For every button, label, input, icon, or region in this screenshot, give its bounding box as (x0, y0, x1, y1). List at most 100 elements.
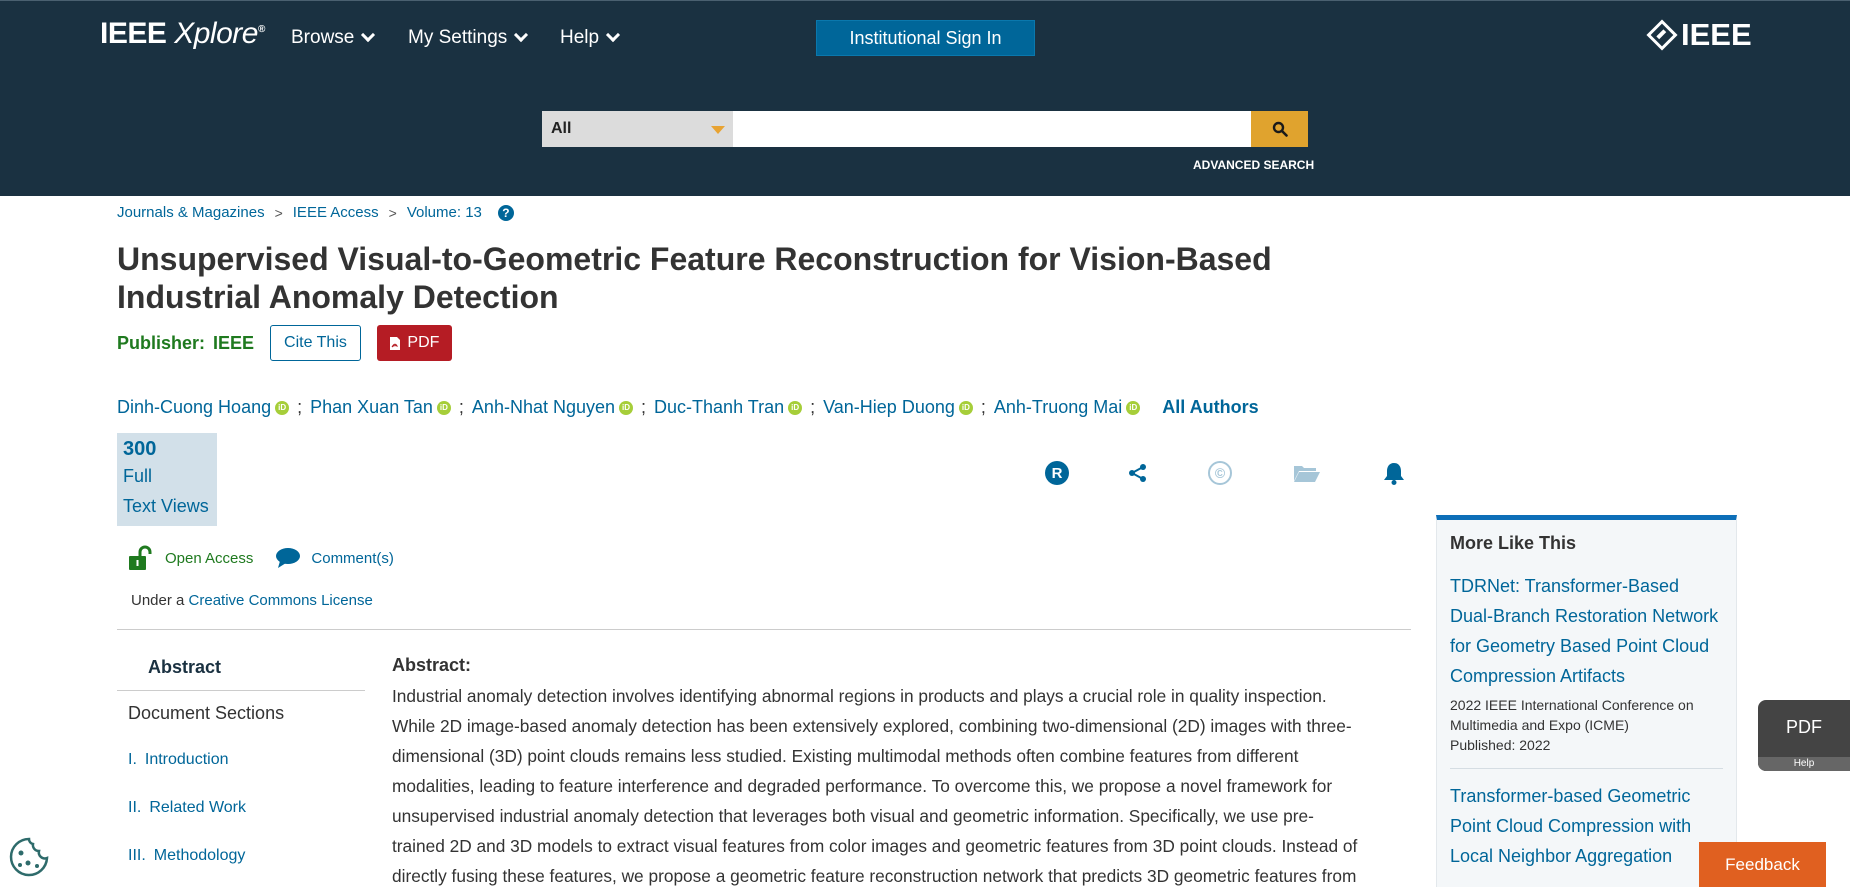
abstract-line: modalities, leading to feature interfere… (392, 776, 1333, 796)
tab-divider (117, 690, 365, 691)
tab-abstract[interactable]: Abstract (148, 657, 221, 678)
related-divider (1450, 768, 1723, 769)
ieee-logo-text: IEEE (1681, 17, 1752, 52)
pdf-button[interactable]: PDF (376, 325, 452, 361)
author-link[interactable]: Dinh-Cuong Hoang iD (117, 397, 290, 418)
copyright-button[interactable]: © (1203, 456, 1237, 490)
author-link[interactable]: Van-Hiep Duong iD (823, 397, 973, 418)
pdf-button-label: PDF (407, 334, 440, 351)
share-button[interactable] (1121, 456, 1155, 490)
floating-help-label[interactable]: Help (1758, 757, 1850, 771)
folder-icon (1294, 466, 1320, 482)
author-separator: ; (810, 397, 816, 417)
orcid-icon[interactable]: iD (958, 400, 973, 415)
abstract-line: Industrial anomaly detection involves id… (392, 686, 1327, 706)
all-authors-link[interactable]: All Authors (1162, 397, 1258, 418)
author-name: Dinh-Cuong Hoang (117, 397, 272, 417)
share-icon (1129, 464, 1146, 482)
comment-icon (276, 548, 301, 568)
related-article-link[interactable]: TDRNet: Transformer-Based Dual-Branch Re… (1450, 571, 1723, 691)
views-count: 300 (123, 438, 157, 460)
nav-help-label: Help (560, 27, 600, 48)
save-to-folder-button[interactable] (1290, 456, 1324, 490)
article-title: Unsupervised Visual-to-Geometric Feature… (117, 241, 1272, 315)
views-label-full: Full (123, 466, 153, 486)
section-number: I. (128, 751, 137, 768)
creative-commons-link[interactable]: Creative Commons License (189, 592, 373, 609)
help-circle-icon[interactable]: ? (497, 204, 514, 221)
section-label: Introduction (144, 751, 229, 768)
r-circle-icon: R (1045, 461, 1069, 485)
abstract-line: trained 2D and 3D models to extract visu… (392, 836, 1358, 856)
related-article-link[interactable]: Transformer-based Geometric Point Cloud … (1450, 781, 1723, 871)
breadcrumb-journals[interactable]: Journals & Magazines (117, 204, 265, 221)
cite-this-button[interactable]: Cite This (270, 325, 361, 361)
more-like-this-panel: More Like This TDRNet: Transformer-Based… (1436, 515, 1737, 887)
author-separator: ; (297, 397, 303, 417)
nav-my-settings[interactable]: My Settings (408, 27, 529, 49)
pdf-file-icon (390, 336, 401, 350)
breadcrumb-volume[interactable]: Volume: 13 (407, 204, 482, 221)
institutional-sign-in-button[interactable]: Institutional Sign In (816, 20, 1035, 56)
open-access-link[interactable]: Open Access (165, 550, 253, 567)
section-label: Related Work (149, 799, 246, 816)
related-venue-line: Multimedia and Expo (ICME) (1450, 717, 1629, 733)
abstract-heading: Abstract: (392, 655, 472, 675)
author-name: Anh-Truong Mai (993, 397, 1123, 417)
orcid-icon[interactable]: iD (275, 400, 290, 415)
orcid-icon[interactable]: iD (619, 400, 634, 415)
search-scope-select[interactable]: All (542, 111, 733, 147)
cookie-settings-button[interactable] (8, 836, 50, 878)
orcid-icon[interactable]: iD (788, 400, 803, 415)
search-scope-value: All (551, 120, 572, 137)
publisher-label: Publisher: (117, 332, 206, 353)
alerts-button[interactable] (1377, 456, 1411, 490)
logo-italic: Xplore (174, 17, 258, 50)
related-venue: 2022 IEEE International Conference on Mu… (1450, 695, 1723, 755)
related-title-line: Transformer-based Geometric (1450, 786, 1691, 806)
full-text-views-box[interactable]: 300 Full Text Views (117, 433, 217, 526)
abstract-line: unsupervised industrial anomaly detectio… (392, 806, 1314, 826)
nav-help[interactable]: Help (560, 27, 621, 49)
breadcrumb-separator: > (388, 204, 397, 221)
search-icon (1272, 121, 1288, 137)
chevron-down-icon (514, 27, 529, 43)
author-separator: ; (641, 397, 647, 417)
content-divider (117, 629, 1411, 630)
comments-link[interactable]: Comment(s) (311, 550, 394, 567)
breadcrumb-ieee-access[interactable]: IEEE Access (293, 204, 379, 221)
author-name: Phan Xuan Tan (310, 397, 433, 417)
logo-reg: ® (257, 24, 265, 35)
author-separator: ; (980, 397, 986, 417)
author-link[interactable]: Duc-Thanh Tran iD (654, 397, 803, 418)
floating-pdf-button[interactable]: PDF Help (1758, 700, 1850, 771)
author-link[interactable]: Anh-Nhat Nguyen iD (472, 397, 634, 418)
publisher-row: Publisher: IEEE Cite This PDF (117, 325, 452, 361)
abstract-text: Industrial anomaly detection involves id… (392, 681, 1400, 887)
search-button[interactable] (1251, 111, 1308, 147)
cookie-icon (9, 837, 49, 877)
rights-permissions-button[interactable]: R (1040, 456, 1074, 490)
orcid-icon[interactable]: iD (436, 400, 451, 415)
license-text: Under a Creative Commons License (131, 592, 373, 609)
section-link-related-work[interactable]: II. Related Work (128, 799, 246, 817)
copyright-icon: © (1208, 461, 1232, 485)
abstract-line: dimensional (3D) point clouds remains le… (392, 746, 1299, 766)
related-title-line: Local Neighbor Aggregation (1450, 846, 1673, 866)
floating-pdf-label: PDF (1786, 717, 1822, 737)
site-header: IEEE Xplore® Browse My Settings Help Ins… (0, 0, 1850, 196)
license-prefix: Under a (131, 592, 185, 609)
chevron-down-icon (361, 27, 376, 43)
nav-my-settings-label: My Settings (408, 27, 508, 48)
orcid-icon[interactable]: iD (1126, 400, 1141, 415)
ieee-logo[interactable]: IEEE (1646, 17, 1752, 53)
nav-browse[interactable]: Browse (291, 27, 376, 49)
ieee-xplore-logo[interactable]: IEEE Xplore® (100, 17, 265, 51)
section-link-introduction[interactable]: I. Introduction (128, 751, 229, 769)
author-link[interactable]: Anh-Truong Mai iD (993, 397, 1141, 418)
feedback-button[interactable]: Feedback (1699, 842, 1826, 887)
author-link[interactable]: Phan Xuan Tan iD (310, 397, 451, 418)
advanced-search-link[interactable]: ADVANCED SEARCH (1193, 158, 1314, 172)
search-input[interactable] (733, 111, 1251, 147)
section-link-methodology[interactable]: III. Methodology (128, 847, 245, 865)
